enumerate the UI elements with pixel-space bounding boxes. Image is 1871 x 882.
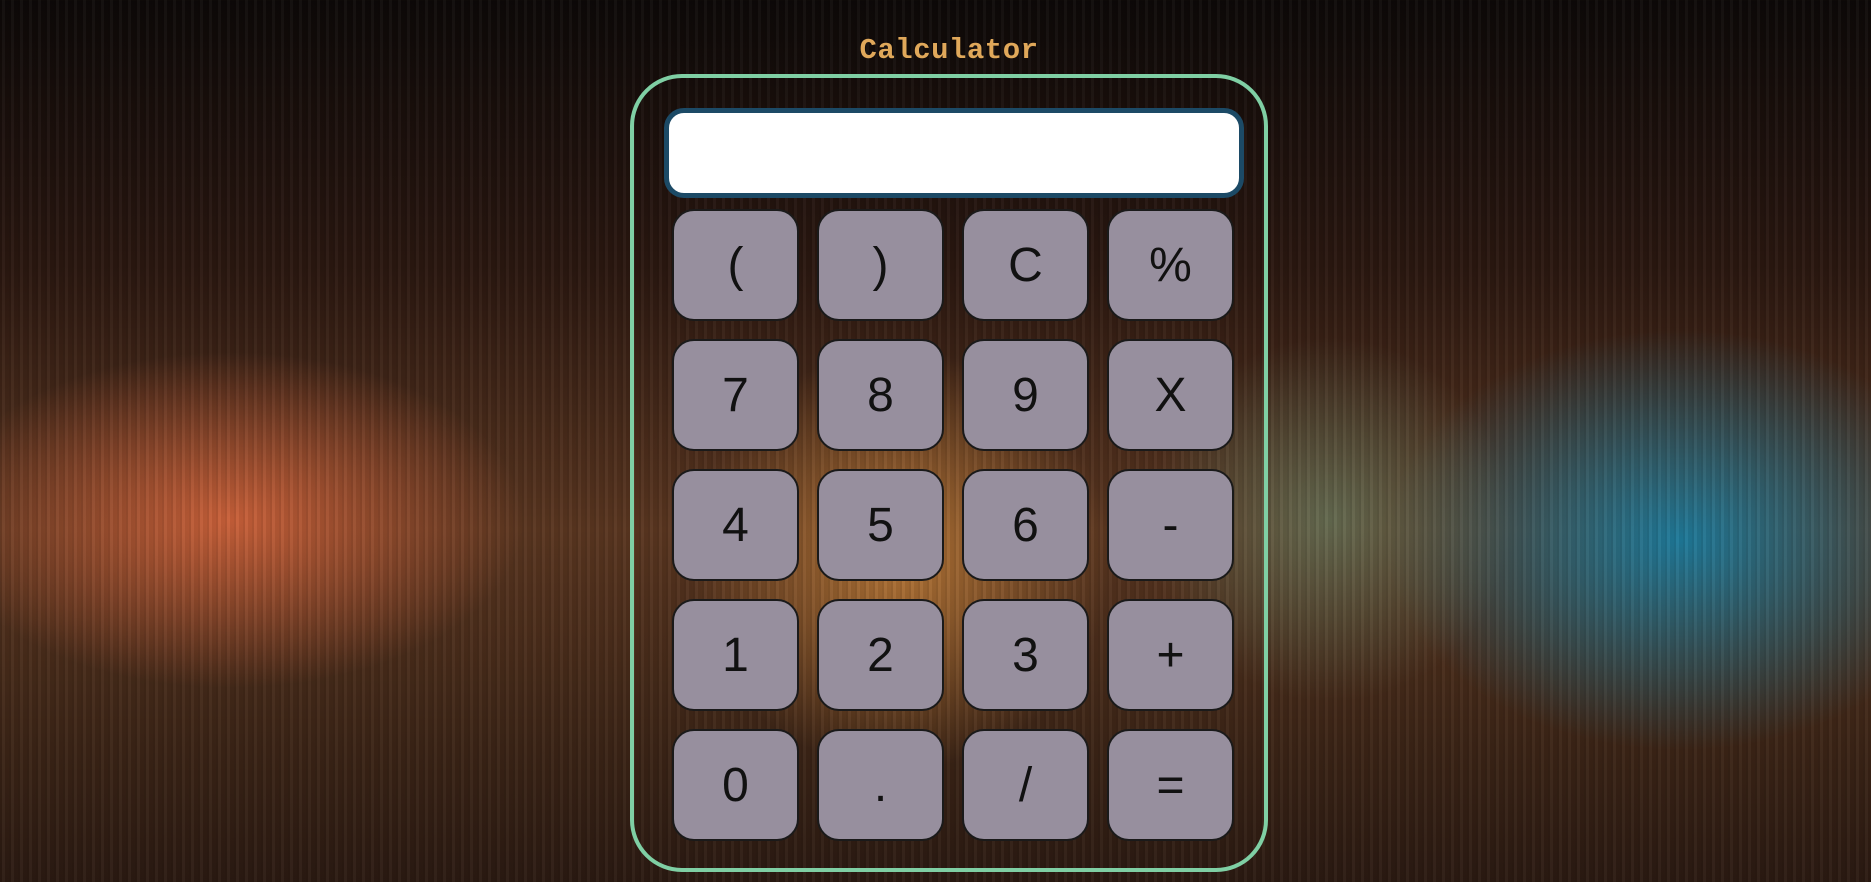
clear-button[interactable]: C — [962, 209, 1089, 321]
subtract-button[interactable]: - — [1107, 469, 1234, 581]
keypad: ( ) C % 7 8 9 X 4 5 6 - 1 2 3 + 0 . / = — [672, 209, 1234, 841]
digit-0-button[interactable]: 0 — [672, 729, 799, 841]
digit-2-button[interactable]: 2 — [817, 599, 944, 711]
digit-5-button[interactable]: 5 — [817, 469, 944, 581]
close-paren-button[interactable]: ) — [817, 209, 944, 321]
decimal-point-button[interactable]: . — [817, 729, 944, 841]
digit-6-button[interactable]: 6 — [962, 469, 1089, 581]
digit-7-button[interactable]: 7 — [672, 339, 799, 451]
digit-8-button[interactable]: 8 — [817, 339, 944, 451]
calculator-frame: ( ) C % 7 8 9 X 4 5 6 - 1 2 3 + 0 . / = — [630, 74, 1268, 872]
digit-9-button[interactable]: 9 — [962, 339, 1089, 451]
digit-3-button[interactable]: 3 — [962, 599, 1089, 711]
divide-button[interactable]: / — [962, 729, 1089, 841]
equals-button[interactable]: = — [1107, 729, 1234, 841]
digit-4-button[interactable]: 4 — [672, 469, 799, 581]
percent-button[interactable]: % — [1107, 209, 1234, 321]
digit-1-button[interactable]: 1 — [672, 599, 799, 711]
page-title: Calculator — [859, 34, 1039, 67]
open-paren-button[interactable]: ( — [672, 209, 799, 321]
add-button[interactable]: + — [1107, 599, 1234, 711]
display-field[interactable] — [664, 108, 1244, 198]
multiply-button[interactable]: X — [1107, 339, 1234, 451]
